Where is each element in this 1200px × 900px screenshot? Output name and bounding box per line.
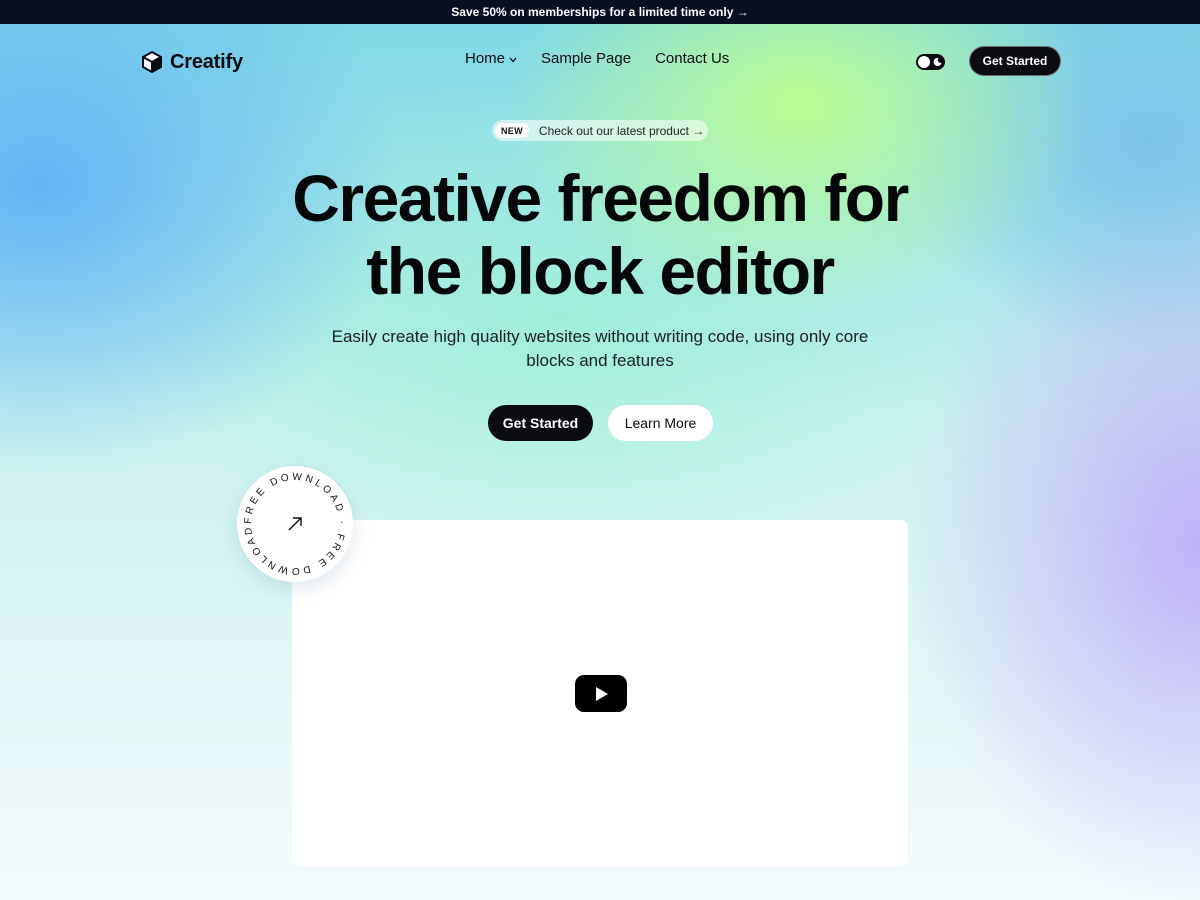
- svg-text:FREE DOWNLOAD · FREE DOWNLOAD: FREE DOWNLOAD · FREE DOWNLOAD ·: [237, 466, 347, 576]
- circular-text: FREE DOWNLOAD · FREE DOWNLOAD ·: [237, 466, 347, 576]
- nav-item-label: Contact Us: [655, 50, 730, 67]
- dark-mode-toggle[interactable]: [916, 54, 945, 70]
- announcement-pill[interactable]: NEW Check out our latest product →: [492, 120, 708, 141]
- learn-more-button[interactable]: Learn More: [608, 405, 713, 441]
- video-embed[interactable]: [292, 520, 908, 867]
- new-badge: NEW: [495, 123, 529, 138]
- youtube-play-icon[interactable]: [575, 675, 627, 712]
- get-started-button[interactable]: Get Started: [488, 405, 593, 441]
- toggle-knob: [918, 56, 930, 68]
- logo-text: Creatify: [170, 50, 243, 73]
- site-header: Creatify Home Sample Page Contact Us Get…: [0, 24, 1200, 98]
- hero-title: Creative freedom for the block editor: [150, 162, 1050, 308]
- announcement-text[interactable]: Save 50% on memberships for a limited ti…: [451, 5, 748, 19]
- badge-ring-text: FREE DOWNLOAD · FREE DOWNLOAD ·: [237, 466, 344, 576]
- hero-subtitle: Easily create high quality websites with…: [331, 327, 869, 370]
- header-get-started-button[interactable]: Get Started: [969, 46, 1061, 76]
- nav-item-home[interactable]: Home: [465, 50, 517, 67]
- moon-icon: [933, 57, 942, 66]
- pill-text: Check out our latest product →: [538, 123, 705, 138]
- hero-title-line-2: the block editor: [366, 234, 835, 308]
- main-nav: Home Sample Page Contact Us: [465, 50, 729, 67]
- free-download-badge[interactable]: FREE DOWNLOAD · FREE DOWNLOAD ·: [237, 466, 353, 582]
- nav-item-label: Home: [465, 50, 506, 67]
- cube-logo-icon: [142, 51, 162, 73]
- site-logo[interactable]: Creatify: [140, 48, 243, 76]
- chevron-down-icon: [509, 55, 517, 65]
- nav-item-label: Sample Page: [541, 50, 632, 67]
- arrow-up-right-icon: [288, 517, 302, 531]
- nav-item-sample-page[interactable]: Sample Page: [541, 50, 631, 67]
- announcement-bar[interactable]: Save 50% on memberships for a limited ti…: [0, 0, 1200, 24]
- hero-title-line-1: Creative freedom for: [292, 161, 909, 235]
- nav-item-contact-us[interactable]: Contact Us: [655, 50, 729, 67]
